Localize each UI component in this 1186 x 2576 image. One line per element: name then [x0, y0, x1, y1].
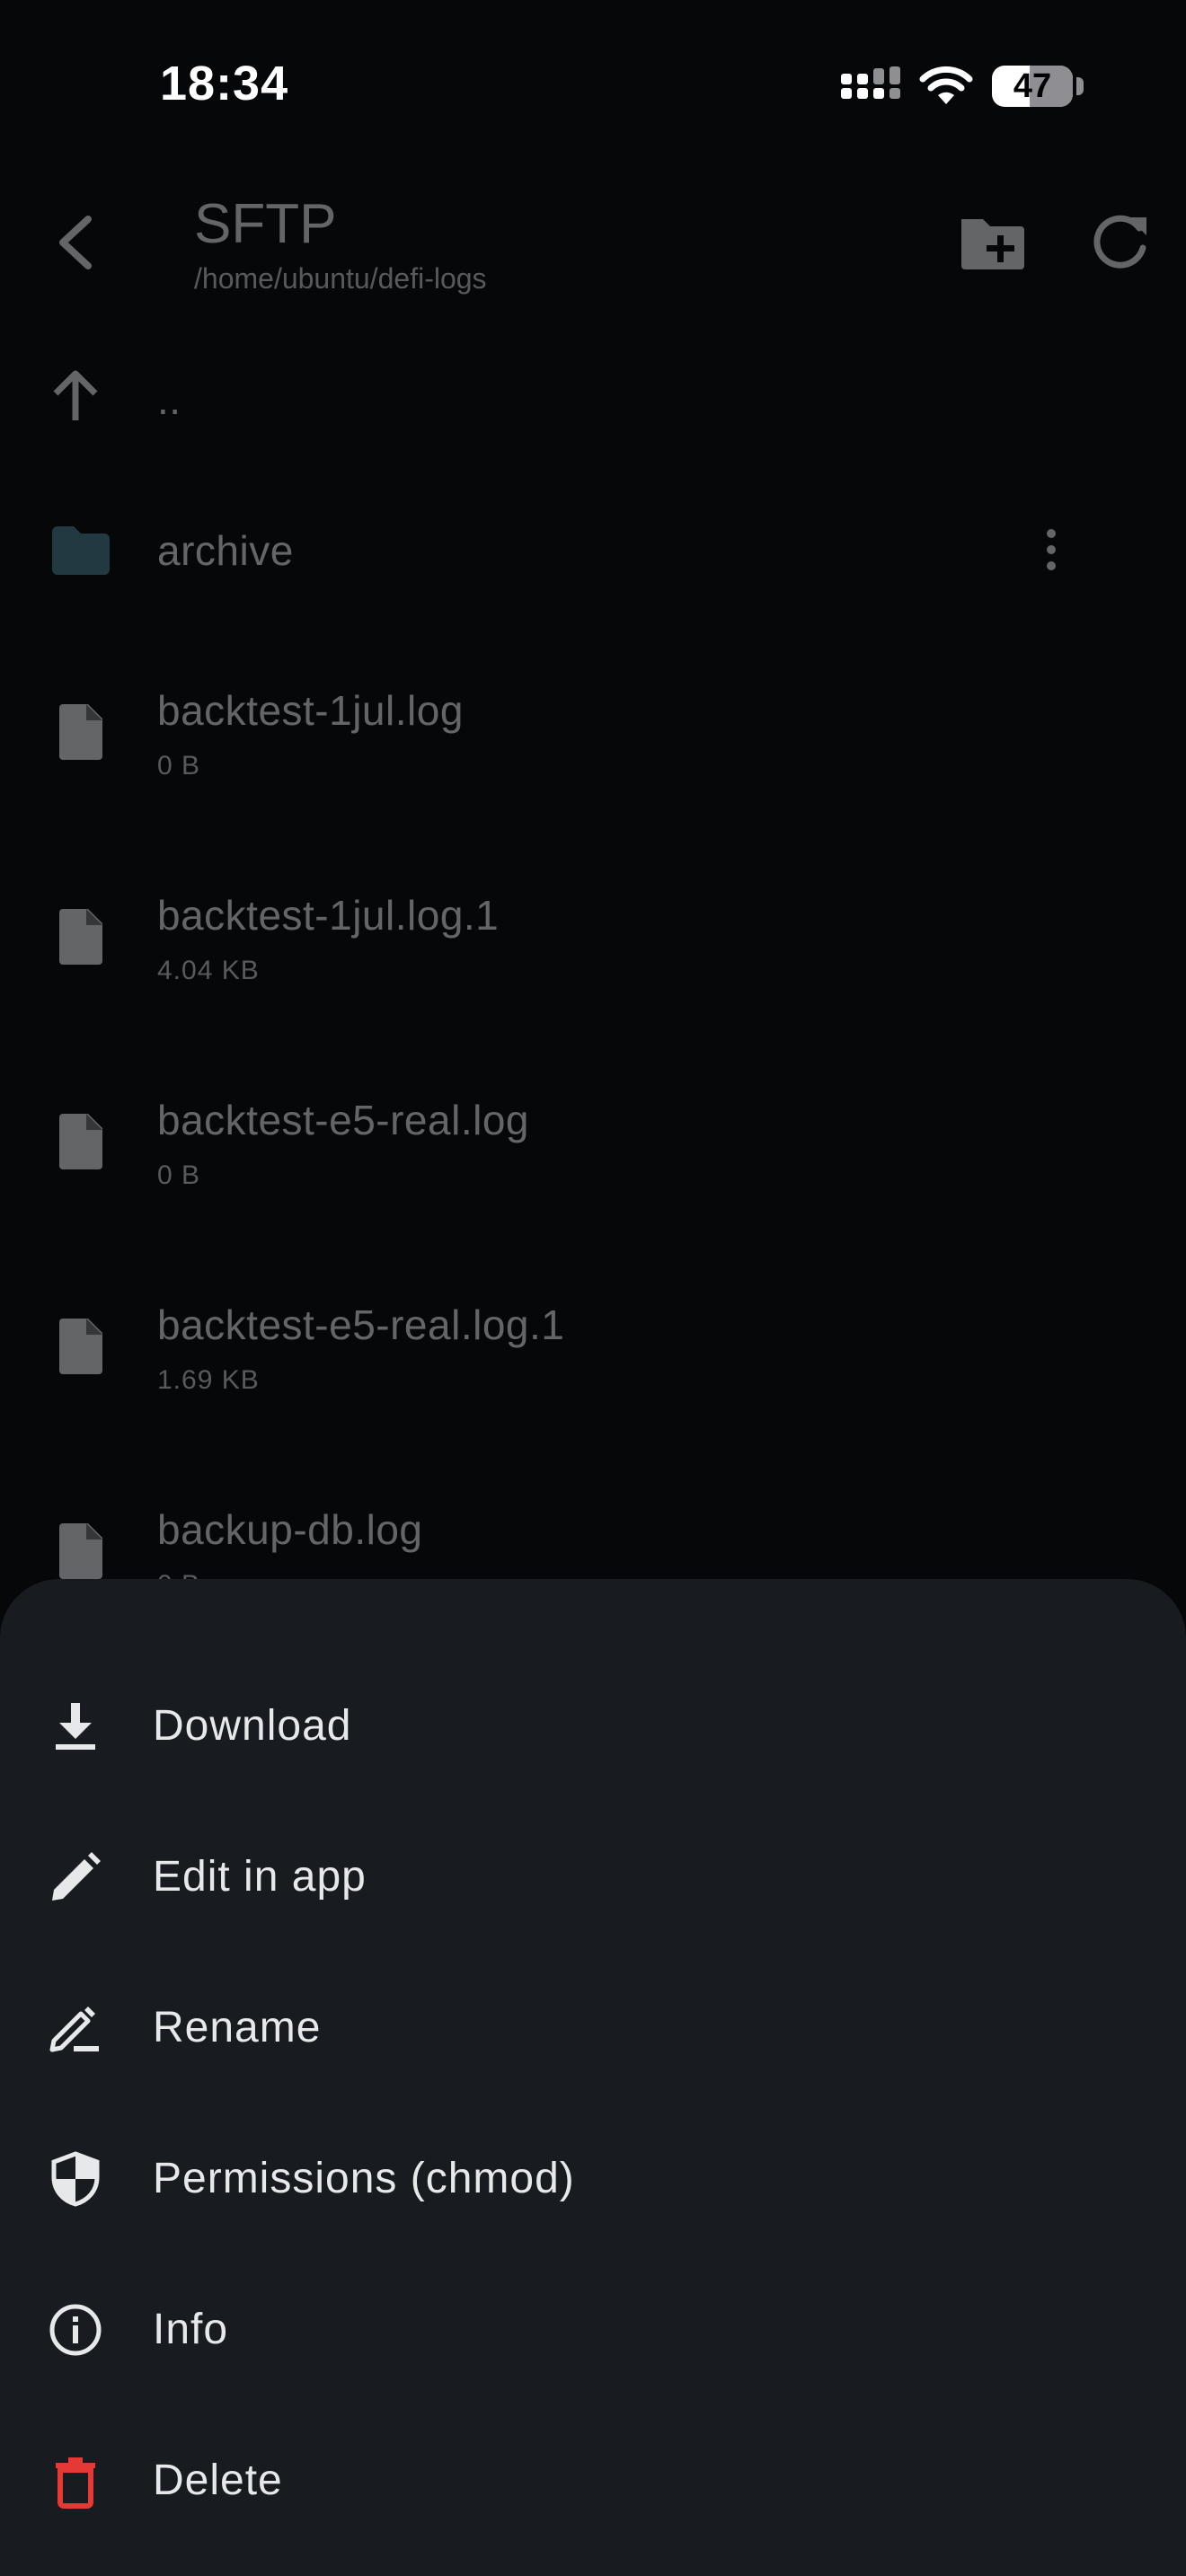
download-icon [56, 1703, 95, 1750]
status-bar: 18:34 47 [0, 0, 1186, 171]
pencil-icon [52, 1852, 101, 1901]
action-label: Permissions (chmod) [153, 2155, 575, 2202]
parent-directory-row[interactable]: .. [0, 359, 1186, 449]
new-folder-button[interactable] [958, 212, 1026, 275]
file-icon [59, 704, 102, 760]
battery-level: 47 [1013, 67, 1052, 105]
file-actions-sheet: Download Edit in app Rename Permissions … [0, 1579, 1186, 2576]
parent-directory-label: .. [157, 376, 181, 423]
file-size: 0 B [157, 1160, 201, 1190]
file-name: archive [157, 527, 294, 574]
page-title: SFTP [194, 193, 337, 255]
action-edit-in-app[interactable]: Edit in app [0, 1804, 1186, 1954]
action-label: Edit in app [153, 1853, 367, 1901]
more-options-button[interactable] [1033, 523, 1069, 577]
more-vert-icon [1047, 529, 1056, 570]
action-delete[interactable]: Delete [0, 2407, 1186, 2558]
file-name: backup-db.log [157, 1506, 423, 1553]
battery-indicator: 47 [992, 66, 1073, 107]
back-button[interactable] [43, 207, 108, 278]
file-name: backtest-e5-real.log.1 [157, 1301, 565, 1348]
folder-icon [52, 526, 110, 575]
action-label: Delete [153, 2457, 283, 2504]
refresh-button[interactable] [1087, 208, 1155, 277]
status-time: 18:34 [160, 57, 289, 110]
list-item-folder[interactable]: archive [0, 503, 1186, 602]
action-label: Rename [153, 2004, 322, 2051]
wifi-icon [919, 66, 973, 104]
action-label: Download [153, 1702, 352, 1750]
battery-nub [1076, 77, 1084, 95]
create-folder-icon [961, 219, 1024, 269]
file-name: backtest-1jul.log [157, 687, 464, 734]
info-icon [49, 2304, 102, 2356]
arrow-up-icon [53, 370, 98, 420]
list-item-file[interactable]: backtest-1jul.log 0 B [0, 674, 1186, 817]
shield-icon [51, 2151, 100, 2207]
file-icon [59, 1114, 102, 1169]
file-size: 4.04 KB [157, 956, 260, 985]
file-name: backtest-e5-real.log [157, 1097, 529, 1143]
chevron-left-icon [59, 216, 92, 269]
cellular-signal-icon [841, 66, 900, 99]
file-icon [59, 1319, 102, 1374]
rename-icon [49, 2007, 99, 2052]
action-label: Info [153, 2306, 229, 2353]
current-path: /home/ubuntu/defi-logs [194, 262, 487, 295]
action-rename[interactable]: Rename [0, 1954, 1186, 2105]
file-size: 0 B [157, 751, 201, 781]
action-permissions[interactable]: Permissions (chmod) [0, 2105, 1186, 2256]
file-icon [59, 1523, 102, 1579]
list-item-file[interactable]: backtest-1jul.log.1 4.04 KB [0, 878, 1186, 1022]
file-size: 1.69 KB [157, 1365, 260, 1395]
action-info[interactable]: Info [0, 2256, 1186, 2407]
file-icon [59, 909, 102, 965]
file-name: backtest-1jul.log.1 [157, 892, 500, 939]
trash-icon [56, 2457, 95, 2509]
refresh-icon [1093, 215, 1146, 269]
list-item-file[interactable]: backtest-e5-real.log 0 B [0, 1083, 1186, 1227]
action-download[interactable]: Download [0, 1653, 1186, 1804]
list-item-file[interactable]: backtest-e5-real.log.1 1.69 KB [0, 1288, 1186, 1432]
